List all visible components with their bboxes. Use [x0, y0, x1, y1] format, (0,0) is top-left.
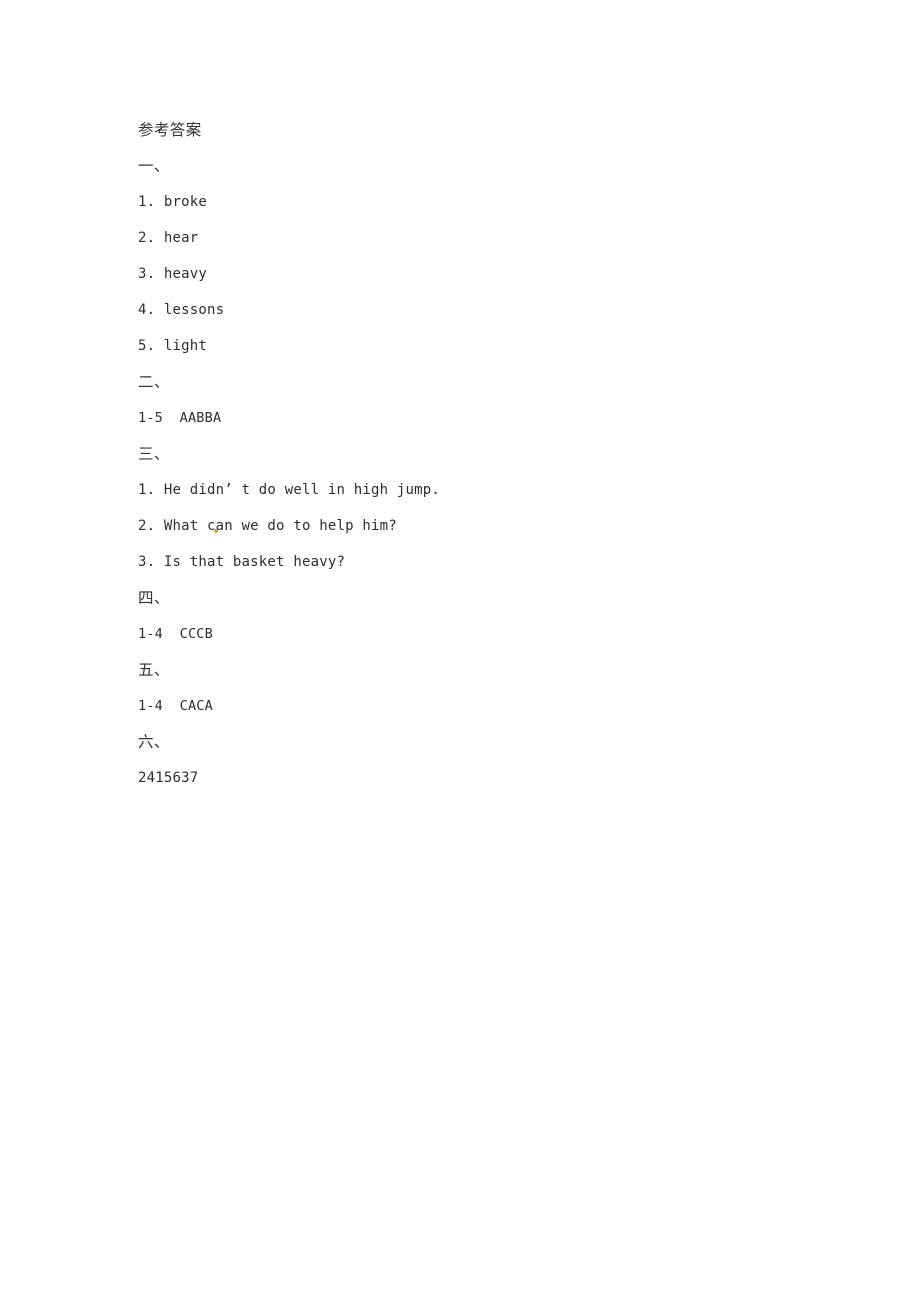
- section-marker-3: 三、: [138, 445, 170, 463]
- section-marker-2: 二、: [138, 373, 170, 391]
- section-marker-1: 一、: [138, 157, 170, 175]
- section-marker-4: 四、: [138, 589, 170, 607]
- section-marker-5: 五、: [138, 661, 170, 679]
- ink-speck-icon: [214, 529, 218, 533]
- answer-line: 3. heavy: [138, 266, 208, 282]
- answer-line: 1-5 AABBA: [138, 410, 222, 426]
- page-title: 参考答案: [138, 121, 202, 139]
- answer-line: 1-4 CACA: [138, 698, 213, 714]
- section-marker-6: 六、: [138, 733, 170, 751]
- document-page: 参考答案 一、 1. broke 2. hear 3. heavy 4. les…: [0, 0, 920, 1302]
- answer-line: 2. hear: [138, 230, 199, 246]
- answer-key-body: 参考答案 一、 1. broke 2. hear 3. heavy 4. les…: [138, 112, 838, 796]
- answer-line: 2415637: [138, 770, 199, 786]
- answer-line: 1. He didn’ t do well in high jump.: [138, 482, 441, 498]
- answer-line: 3. Is that basket heavy?: [138, 554, 346, 570]
- answer-line: 4. lessons: [138, 302, 225, 318]
- answer-line: 1. broke: [138, 194, 208, 210]
- answer-line: 2. What can we do to help him?: [138, 518, 397, 534]
- answer-line: 5. light: [138, 338, 208, 354]
- answer-line: 1-4 CCCB: [138, 626, 213, 642]
